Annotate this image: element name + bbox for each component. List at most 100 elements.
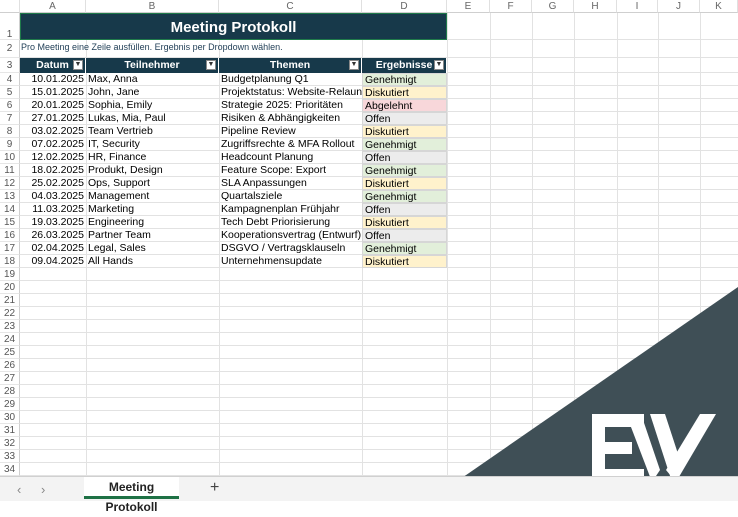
row-header-15[interactable]: 15 [0, 216, 20, 229]
add-sheet-button[interactable]: + [210, 479, 219, 497]
row-header-9[interactable]: 9 [0, 138, 20, 151]
row-header-13[interactable]: 13 [0, 190, 20, 203]
participants-cell[interactable]: HR, Finance [86, 151, 219, 164]
row-header-22[interactable]: 22 [0, 307, 20, 320]
row-header-27[interactable]: 27 [0, 372, 20, 385]
result-dropdown[interactable]: Diskutiert [362, 86, 447, 99]
result-dropdown[interactable]: Genehmigt [362, 242, 447, 255]
date-cell[interactable]: 25.02.2025 [20, 177, 86, 190]
column-header-e[interactable]: E [447, 0, 490, 13]
result-dropdown[interactable]: Diskutiert [362, 255, 447, 268]
row-header-5[interactable]: 5 [0, 86, 20, 99]
result-dropdown[interactable]: Offen [362, 203, 447, 216]
filter-dropdown-icon[interactable]: ▼ [349, 60, 359, 70]
date-cell[interactable]: 18.02.2025 [20, 164, 86, 177]
topic-cell[interactable]: Zugriffsrechte & MFA Rollout [219, 138, 362, 151]
column-header-d[interactable]: D [362, 0, 447, 13]
topic-cell[interactable]: DSGVO / Vertragsklauseln [219, 242, 362, 255]
row-header-29[interactable]: 29 [0, 398, 20, 411]
date-cell[interactable]: 12.02.2025 [20, 151, 86, 164]
row-header-1[interactable]: 1 [0, 13, 20, 40]
column-header-c[interactable]: C [219, 0, 362, 13]
header-ergebnisse[interactable]: Ergebnisse ▼ [362, 58, 447, 73]
result-dropdown[interactable]: Genehmigt [362, 138, 447, 151]
participants-cell[interactable]: Management [86, 190, 219, 203]
topic-cell[interactable]: Budgetplanung Q1 [219, 73, 362, 86]
topic-cell[interactable]: Projektstatus: Website-Relaunch [219, 86, 362, 99]
participants-cell[interactable]: Marketing [86, 203, 219, 216]
participants-cell[interactable]: Legal, Sales [86, 242, 219, 255]
select-all-corner[interactable] [0, 0, 20, 13]
row-header-25[interactable]: 25 [0, 346, 20, 359]
header-datum[interactable]: Datum ▼ [20, 58, 86, 73]
topic-cell[interactable]: SLA Anpassungen [219, 177, 362, 190]
column-header-a[interactable]: A [20, 0, 86, 13]
topic-cell[interactable]: Headcount Planung [219, 151, 362, 164]
column-header-g[interactable]: G [532, 0, 574, 13]
result-dropdown[interactable]: Offen [362, 151, 447, 164]
row-header-14[interactable]: 14 [0, 203, 20, 216]
row-header-18[interactable]: 18 [0, 255, 20, 268]
result-dropdown[interactable]: Diskutiert [362, 125, 447, 138]
topic-cell[interactable]: Strategie 2025: Prioritäten [219, 99, 362, 112]
result-dropdown[interactable]: Offen [362, 112, 447, 125]
participants-cell[interactable]: Engineering [86, 216, 219, 229]
row-header-11[interactable]: 11 [0, 164, 20, 177]
date-cell[interactable]: 10.01.2025 [20, 73, 86, 86]
topic-cell[interactable]: Kampagnenplan Frühjahr [219, 203, 362, 216]
row-header-23[interactable]: 23 [0, 320, 20, 333]
date-cell[interactable]: 03.02.2025 [20, 125, 86, 138]
row-header-16[interactable]: 16 [0, 229, 20, 242]
date-cell[interactable]: 02.04.2025 [20, 242, 86, 255]
date-cell[interactable]: 19.03.2025 [20, 216, 86, 229]
row-header-26[interactable]: 26 [0, 359, 20, 372]
topic-cell[interactable]: Quartalsziele [219, 190, 362, 203]
header-themen[interactable]: Themen ▼ [219, 58, 362, 73]
participants-cell[interactable]: Ops, Support [86, 177, 219, 190]
row-header-33[interactable]: 33 [0, 450, 20, 463]
result-dropdown[interactable]: Genehmigt [362, 164, 447, 177]
instruction-text[interactable]: Pro Meeting eine Zeile ausfüllen. Ergebn… [21, 40, 283, 54]
sheet-title[interactable]: Meeting Protokoll [20, 13, 447, 40]
row-header-21[interactable]: 21 [0, 294, 20, 307]
topic-cell[interactable]: Tech Debt Priorisierung [219, 216, 362, 229]
column-header-j[interactable]: J [658, 0, 700, 13]
date-cell[interactable]: 07.02.2025 [20, 138, 86, 151]
row-header-34[interactable]: 34 [0, 463, 20, 476]
topic-cell[interactable]: Unternehmensupdate [219, 255, 362, 268]
column-header-f[interactable]: F [490, 0, 532, 13]
date-cell[interactable]: 26.03.2025 [20, 229, 86, 242]
date-cell[interactable]: 27.01.2025 [20, 112, 86, 125]
participants-cell[interactable]: Max, Anna [86, 73, 219, 86]
result-dropdown[interactable]: Genehmigt [362, 190, 447, 203]
filter-dropdown-icon[interactable]: ▼ [73, 60, 83, 70]
participants-cell[interactable]: IT, Security [86, 138, 219, 151]
row-header-30[interactable]: 30 [0, 411, 20, 424]
topic-cell[interactable]: Kooperationsvertrag (Entwurf) [219, 229, 362, 242]
topic-cell[interactable]: Risiken & Abhängigkeiten [219, 112, 362, 125]
date-cell[interactable]: 20.01.2025 [20, 99, 86, 112]
participants-cell[interactable]: Sophia, Emily [86, 99, 219, 112]
tab-meeting-protokoll[interactable]: Meeting Protokoll [84, 477, 179, 514]
participants-cell[interactable]: Produkt, Design [86, 164, 219, 177]
row-header-28[interactable]: 28 [0, 385, 20, 398]
result-dropdown[interactable]: Diskutiert [362, 177, 447, 190]
row-header-24[interactable]: 24 [0, 333, 20, 346]
topic-cell[interactable]: Pipeline Review [219, 125, 362, 138]
row-header-2[interactable]: 2 [0, 40, 20, 58]
participants-cell[interactable]: Team Vertrieb [86, 125, 219, 138]
prev-sheet-icon[interactable]: ‹ [17, 482, 21, 497]
column-header-k[interactable]: K [700, 0, 738, 13]
column-header-i[interactable]: I [617, 0, 658, 13]
row-header-32[interactable]: 32 [0, 437, 20, 450]
row-header-19[interactable]: 19 [0, 268, 20, 281]
date-cell[interactable]: 09.04.2025 [20, 255, 86, 268]
next-sheet-icon[interactable]: › [41, 482, 45, 497]
result-dropdown[interactable]: Diskutiert [362, 216, 447, 229]
row-header-12[interactable]: 12 [0, 177, 20, 190]
participants-cell[interactable]: Lukas, Mia, Paul [86, 112, 219, 125]
participants-cell[interactable]: John, Jane [86, 86, 219, 99]
row-header-17[interactable]: 17 [0, 242, 20, 255]
result-dropdown[interactable]: Abgelehnt [362, 99, 447, 112]
row-header-8[interactable]: 8 [0, 125, 20, 138]
